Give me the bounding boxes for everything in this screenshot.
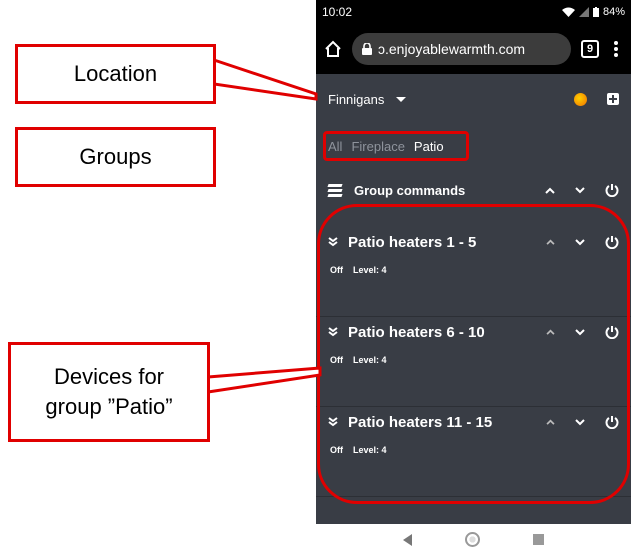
group-commands-label: Group commands xyxy=(354,182,466,198)
callout-location-text: Location xyxy=(73,61,158,87)
lock-icon xyxy=(362,43,372,55)
power-icon[interactable] xyxy=(605,183,619,197)
address-bar[interactable]: ɔ.enjoyablewarmth.com xyxy=(352,33,571,65)
add-icon[interactable] xyxy=(607,93,619,105)
flame-icon[interactable] xyxy=(574,92,587,106)
callout-devices-line2: group ”Patio” xyxy=(45,394,173,419)
battery-percent: 84% xyxy=(602,6,625,18)
callout-location: Location xyxy=(15,44,216,104)
groups-highlight xyxy=(323,131,469,161)
location-selector[interactable]: Finnigans xyxy=(328,92,384,107)
callout-devices: Devices for group ”Patio” xyxy=(8,342,210,442)
recents-icon[interactable] xyxy=(533,534,545,545)
tab-count: 9 xyxy=(581,40,599,58)
tab-switcher-button[interactable]: 9 xyxy=(581,40,599,58)
back-icon[interactable] xyxy=(402,533,412,546)
chevron-up-icon[interactable] xyxy=(545,185,555,195)
location-row: Finnigans xyxy=(316,84,631,114)
group-commands-row: Group commands xyxy=(316,178,631,202)
home-icon[interactable] xyxy=(324,40,342,58)
devices-highlight xyxy=(317,204,630,504)
status-time: 10:02 xyxy=(322,5,353,19)
signal-icon xyxy=(578,7,589,17)
android-nav-bar xyxy=(316,524,631,555)
chevron-down-icon[interactable] xyxy=(575,185,585,195)
status-bar: 10:02 84% xyxy=(316,0,631,24)
layers-icon xyxy=(327,183,343,197)
more-vert-icon[interactable] xyxy=(609,41,623,57)
url-text: ɔ.enjoyablewarmth.com xyxy=(378,41,526,57)
callout-devices-line1: Devices for xyxy=(53,364,165,390)
browser-toolbar: ɔ.enjoyablewarmth.com 9 xyxy=(316,24,631,74)
caret-down-icon[interactable] xyxy=(396,96,407,102)
wifi-icon xyxy=(561,7,575,17)
callout-groups: Groups xyxy=(15,127,216,187)
callout-groups-text: Groups xyxy=(79,144,152,170)
battery-icon xyxy=(592,7,599,17)
home-circle-icon[interactable] xyxy=(464,532,480,547)
